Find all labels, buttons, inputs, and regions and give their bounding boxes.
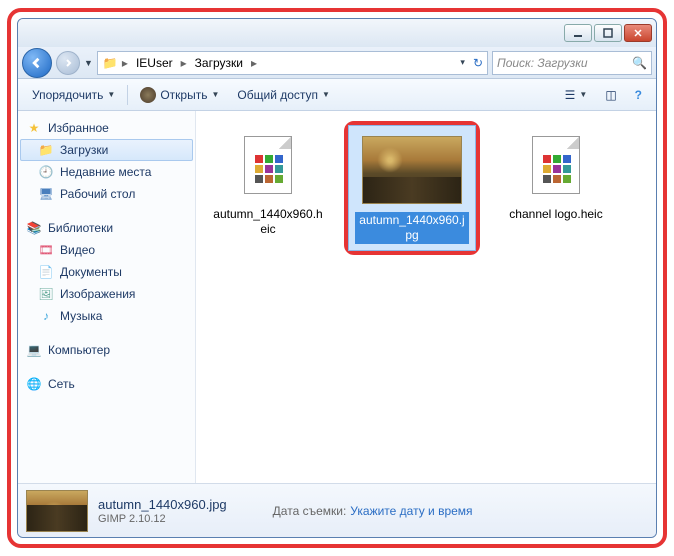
chevron-down-icon: ▼: [579, 90, 587, 99]
documents-label: Документы: [60, 265, 122, 279]
open-button[interactable]: Открыть ▼: [132, 83, 227, 107]
downloads-label: Загрузки: [60, 143, 108, 157]
chevron-right-icon: ▸: [251, 56, 257, 70]
sidebar-item-documents[interactable]: 📄 Документы: [20, 261, 193, 283]
address-bar[interactable]: 📁 ▸ IEUser ▸ Загрузки ▸ ▾ ↻: [97, 51, 488, 75]
pane-icon: ◫: [605, 88, 616, 102]
libraries-header[interactable]: 📚 Библиотеки: [20, 217, 193, 239]
star-icon: ★: [26, 120, 42, 136]
view-options-button[interactable]: ☰▼: [557, 84, 596, 106]
folder-icon: 📁: [38, 142, 54, 158]
close-button[interactable]: [624, 24, 652, 42]
sidebar-item-computer[interactable]: 💻 Компьютер: [20, 339, 193, 361]
file-item-jpg-selected[interactable]: autumn_1440x960.jpg: [348, 125, 476, 251]
file-label: autumn_1440x960.jpg: [355, 212, 469, 244]
search-placeholder: Поиск: Загрузки: [497, 56, 628, 70]
view-icon: ☰: [565, 88, 576, 102]
search-box[interactable]: Поиск: Загрузки 🔍: [492, 51, 652, 75]
file-label: autumn_1440x960.heic: [210, 207, 326, 237]
libraries-label: Библиотеки: [48, 221, 113, 235]
jpg-thumbnail: [362, 136, 462, 204]
network-icon: 🌐: [26, 376, 42, 392]
gimp-icon: [140, 87, 156, 103]
toolbar: Упорядочить▼ Открыть▼ Общий доступ▼ ☰▼ ◫…: [18, 79, 656, 111]
content-area: ★ Избранное 📁 Загрузки 🕘 Недавние места 🖥 Ра…: [18, 111, 656, 483]
explorer-window: ▼ 📁 ▸ IEUser ▸ Загрузки ▸ ▾ ↻ Поиск: Заг…: [17, 18, 657, 538]
preview-pane-button[interactable]: ◫: [597, 84, 624, 106]
favorites-header[interactable]: ★ Избранное: [20, 117, 193, 139]
file-item-heic[interactable]: autumn_1440x960.heic: [204, 121, 332, 255]
date-taken-label: Дата съемки:: [273, 504, 347, 518]
pictures-label: Изображения: [60, 287, 135, 301]
history-dropdown-icon[interactable]: ▼: [84, 58, 93, 68]
libraries-icon: 📚: [26, 220, 42, 236]
image-icon: 🖼: [38, 286, 54, 302]
sidebar-item-network[interactable]: 🌐 Сеть: [20, 373, 193, 395]
breadcrumb-user[interactable]: IEUser: [132, 54, 177, 72]
maximize-button[interactable]: [594, 24, 622, 42]
open-label: Открыть: [160, 88, 207, 102]
details-app: GIMP 2.10.12: [98, 513, 227, 525]
video-icon: 🎞: [38, 242, 54, 258]
file-item-heic[interactable]: channel logo.heic: [492, 121, 620, 255]
network-label: Сеть: [48, 377, 75, 391]
navigation-pane: ★ Избранное 📁 Загрузки 🕘 Недавние места 🖥 Ра…: [18, 111, 196, 483]
sidebar-item-pictures[interactable]: 🖼 Изображения: [20, 283, 193, 305]
heic-file-icon: [244, 136, 292, 194]
chevron-right-icon: ▸: [122, 56, 128, 70]
organize-button[interactable]: Упорядочить ▼: [24, 84, 123, 106]
separator: [127, 85, 128, 105]
share-label: Общий доступ: [237, 88, 318, 102]
chevron-down-icon: ▼: [211, 90, 219, 99]
date-taken-hint[interactable]: Укажите дату и время: [350, 504, 472, 518]
folder-icon: 📁: [102, 55, 118, 71]
file-label: channel logo.heic: [509, 207, 602, 222]
file-list[interactable]: autumn_1440x960.heic autumn_1440x960.jpg…: [196, 111, 656, 483]
sidebar-item-videos[interactable]: 🎞 Видео: [20, 239, 193, 261]
sidebar-item-recent[interactable]: 🕘 Недавние места: [20, 161, 193, 183]
share-button[interactable]: Общий доступ ▼: [229, 84, 338, 106]
sidebar-item-desktop[interactable]: 🖥 Рабочий стол: [20, 183, 193, 205]
desktop-icon: 🖥: [38, 186, 54, 202]
forward-button[interactable]: [56, 51, 80, 75]
organize-label: Упорядочить: [32, 88, 103, 102]
sidebar-item-downloads[interactable]: 📁 Загрузки: [20, 139, 193, 161]
computer-icon: 💻: [26, 342, 42, 358]
favorites-label: Избранное: [48, 121, 109, 135]
music-label: Музыка: [60, 309, 102, 323]
details-filename: autumn_1440x960.jpg: [98, 497, 227, 512]
chevron-right-icon: ▸: [181, 56, 187, 70]
refresh-icon[interactable]: ↻: [473, 56, 483, 70]
heic-file-icon: [532, 136, 580, 194]
recent-icon: 🕘: [38, 164, 54, 180]
document-icon: 📄: [38, 264, 54, 280]
search-icon: 🔍: [632, 56, 647, 70]
minimize-button[interactable]: [564, 24, 592, 42]
help-button[interactable]: ?: [627, 84, 650, 106]
titlebar: [18, 19, 656, 47]
recent-label: Недавние места: [60, 165, 151, 179]
highlighted-selection: autumn_1440x960.jpg: [344, 121, 480, 255]
help-icon: ?: [635, 88, 642, 102]
chevron-down-icon: ▼: [107, 90, 115, 99]
breadcrumb-folder[interactable]: Загрузки: [191, 54, 247, 72]
videos-label: Видео: [60, 243, 95, 257]
navigation-bar: ▼ 📁 ▸ IEUser ▸ Загрузки ▸ ▾ ↻ Поиск: Заг…: [18, 47, 656, 79]
details-thumbnail: [26, 490, 88, 532]
computer-label: Компьютер: [48, 343, 110, 357]
music-icon: ♪: [38, 308, 54, 324]
back-button[interactable]: [22, 48, 52, 78]
desktop-label: Рабочий стол: [60, 187, 135, 201]
details-pane: autumn_1440x960.jpg GIMP 2.10.12 Дата съ…: [18, 483, 656, 537]
address-dropdown-icon[interactable]: ▾: [460, 57, 465, 68]
chevron-down-icon: ▼: [322, 90, 330, 99]
sidebar-item-music[interactable]: ♪ Музыка: [20, 305, 193, 327]
